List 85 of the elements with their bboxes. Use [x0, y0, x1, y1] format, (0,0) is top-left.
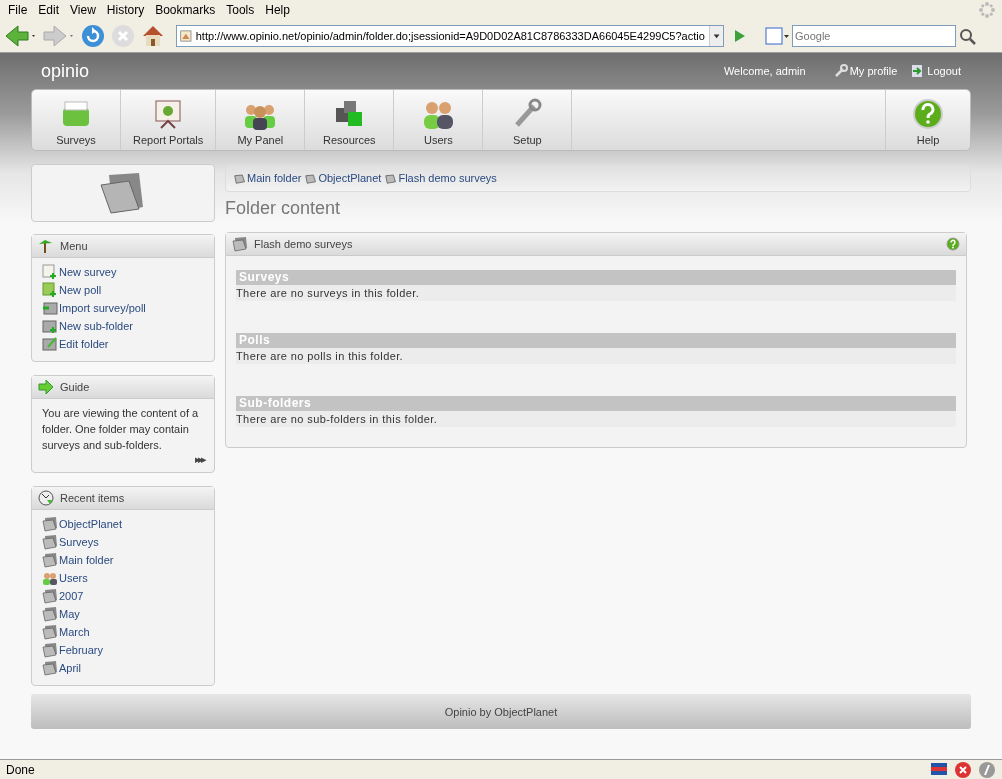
folder-icon	[385, 172, 398, 185]
signpost-icon	[38, 238, 54, 255]
reload-button[interactable]	[80, 22, 106, 49]
address-field[interactable]: http://www.opinio.net/opinio/admin/folder.do;jsessionid=A9D0D02A81C8786333DA66045E4299C5?actio	[176, 24, 724, 47]
nav-tab[interactable]: Setup	[483, 90, 573, 151]
throbber-icon	[978, 0, 996, 19]
menu-item[interactable]: File	[4, 2, 35, 17]
empty-message: There are no polls in this folder.	[236, 348, 956, 365]
recent-item-link[interactable]: Surveys	[42, 533, 204, 552]
logo[interactable]: opinio	[41, 60, 90, 82]
more-link[interactable]: ▸▸▸	[195, 453, 204, 467]
recent-item-icon	[42, 516, 58, 533]
menu-item-icon	[42, 318, 58, 335]
menu-item-icon	[42, 264, 58, 281]
nav-tab[interactable]: Resources	[305, 90, 395, 151]
recent-item-link[interactable]: Users	[42, 569, 204, 588]
dropdown-icon[interactable]	[708, 25, 723, 46]
guide-text: You are viewing the content of a folder. One folder may contain surveys and sub-folders.	[42, 406, 200, 454]
empty-message: There are no surveys in this folder.	[236, 285, 956, 302]
panel-title: Guide	[60, 381, 90, 394]
folder-icon	[305, 172, 318, 185]
nav-tab[interactable]: My Panel	[216, 90, 306, 151]
search-field[interactable]: Google	[792, 24, 956, 47]
nav-tab[interactable]: Surveys	[32, 90, 121, 151]
recent-item-icon	[42, 588, 58, 605]
help-icon	[911, 98, 945, 131]
empty-message: There are no sub-folders in this folder.	[236, 411, 956, 428]
help-tab[interactable]: Help	[886, 90, 970, 151]
nav-tab[interactable]: Report Portals	[121, 90, 217, 151]
menu-link[interactable]: New survey	[42, 263, 204, 282]
recent-item-link[interactable]: April	[42, 659, 204, 678]
section-heading: Sub-folders	[236, 396, 956, 412]
recent-item-link[interactable]: ObjectPlanet	[42, 515, 204, 534]
menu-item-icon	[42, 336, 58, 353]
panel-title: Menu	[60, 240, 88, 253]
menu-item-icon	[42, 300, 58, 317]
menu-item[interactable]: History	[102, 2, 152, 17]
section-heading: Polls	[236, 333, 956, 349]
recent-item-link[interactable]: 2007	[42, 587, 204, 606]
flag-icon[interactable]	[930, 760, 948, 777]
menu-link[interactable]: New poll	[42, 281, 204, 300]
back-button[interactable]	[4, 22, 38, 49]
panel-title: Recent items	[60, 492, 125, 505]
breadcrumb-link[interactable]: ObjectPlanet	[305, 172, 382, 185]
wrench-icon	[833, 64, 848, 79]
nav-tab[interactable]: Users	[394, 90, 484, 151]
recent-item-link[interactable]: Main folder	[42, 551, 204, 570]
welcome-text: Welcome, admin	[723, 65, 806, 78]
header-link[interactable]: My profile	[833, 64, 898, 79]
folder-icon	[232, 236, 248, 253]
footer-text: Opinio by ObjectPlanet	[444, 705, 558, 718]
recent-item-icon	[42, 642, 58, 659]
breadcrumb-link[interactable]: Flash demo surveys	[385, 172, 497, 185]
section-heading: Surveys	[236, 270, 956, 286]
recent-item-icon	[42, 606, 58, 623]
recent-item-icon	[42, 570, 58, 587]
breadcrumb-link[interactable]: Main folder	[234, 172, 302, 185]
forward-button[interactable]	[42, 22, 76, 49]
page-icon	[180, 27, 192, 44]
help-icon[interactable]	[946, 237, 960, 252]
recent-item-icon	[42, 552, 58, 569]
header-link[interactable]: Logout	[911, 64, 961, 79]
error-icon[interactable]	[954, 760, 972, 779]
menu-item[interactable]: Edit	[34, 2, 67, 17]
panel-title: Flash demo surveys	[254, 238, 354, 251]
recent-item-icon	[42, 534, 58, 551]
menu-item[interactable]: Tools	[222, 2, 262, 17]
menu-link[interactable]: New sub-folder	[42, 317, 204, 336]
recent-item-icon	[42, 660, 58, 677]
recent-item-link[interactable]: March	[42, 623, 204, 642]
menu-link[interactable]: Edit folder	[42, 335, 204, 354]
menu-item[interactable]: Bookmarks	[151, 2, 223, 17]
recent-item-link[interactable]: February	[42, 641, 204, 660]
clock-icon	[38, 490, 54, 507]
menu-link[interactable]: Import survey/poll	[42, 299, 204, 318]
folder-icon	[234, 172, 246, 185]
page-title: Folder content	[225, 198, 342, 221]
recent-item-icon	[42, 624, 58, 641]
status-text: Done	[6, 762, 35, 777]
menu-item-icon	[42, 282, 58, 299]
menu-item[interactable]: Help	[261, 2, 297, 17]
recent-item-link[interactable]: May	[42, 605, 204, 624]
search-engine-icon[interactable]	[764, 25, 792, 46]
menu-item[interactable]: View	[66, 2, 103, 17]
arrow-icon	[38, 379, 54, 396]
